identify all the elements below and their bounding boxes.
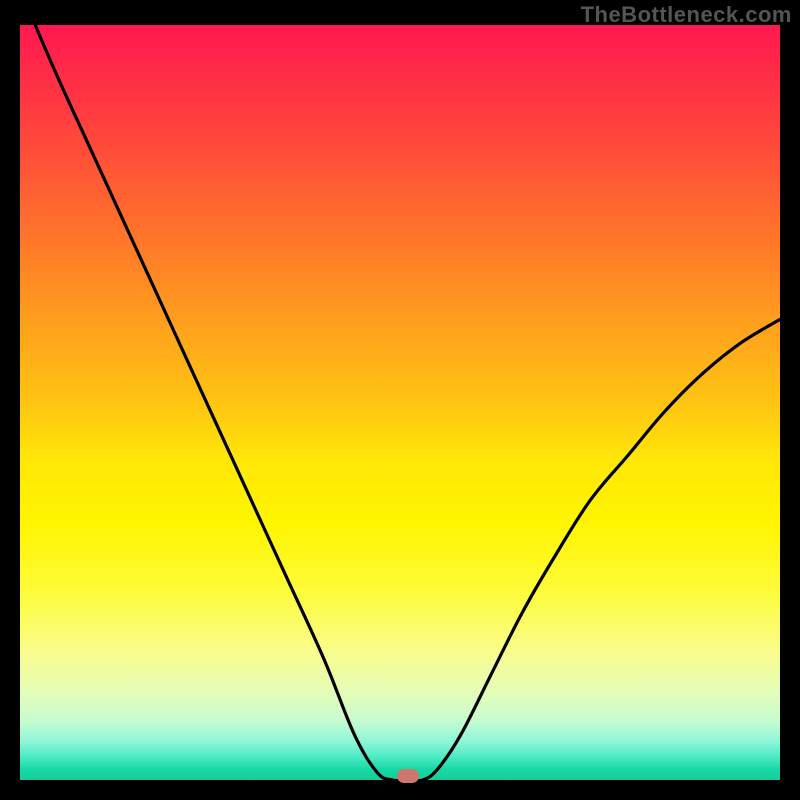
plot-area xyxy=(20,25,780,780)
chart-frame: TheBottleneck.com xyxy=(0,0,800,800)
minimum-marker xyxy=(397,769,419,783)
curve-svg xyxy=(20,25,780,780)
bottleneck-curve-path xyxy=(35,25,780,780)
watermark-text: TheBottleneck.com xyxy=(581,2,792,28)
